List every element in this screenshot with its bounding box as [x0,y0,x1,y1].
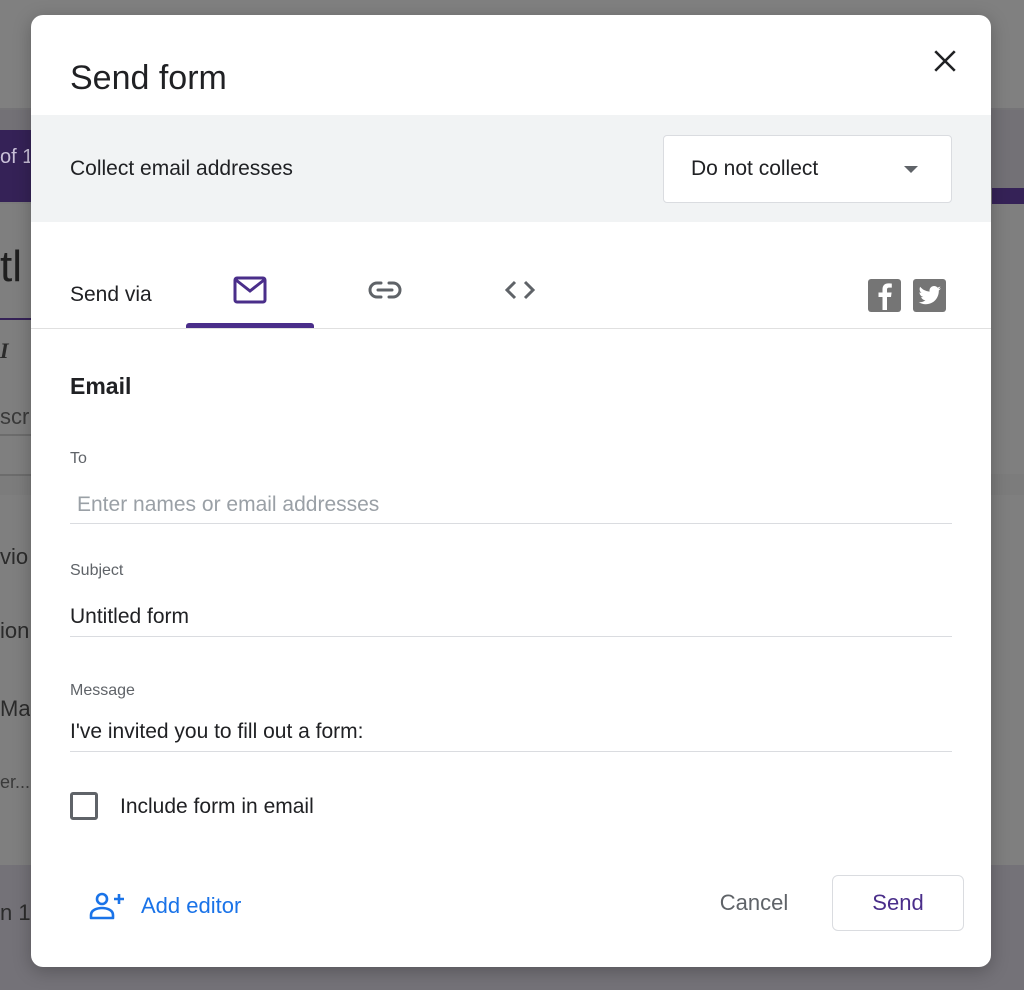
background-text: tl [0,242,22,291]
cancel-button[interactable]: Cancel [699,875,809,931]
send-form-dialog: Send form Collect email addresses Do not… [31,15,991,967]
send-via-label: Send via [70,283,152,306]
message-input[interactable] [70,713,952,752]
add-editor-label: Add editor [141,893,242,918]
dropdown-arrow-icon [904,166,918,173]
tab-embed[interactable] [456,262,584,328]
send-via-row: Send via [31,222,991,329]
background-text: of 1 [0,146,30,168]
close-button[interactable] [927,43,963,79]
background-text: Ma [0,696,30,721]
collect-email-label: Collect email addresses [70,157,293,180]
add-person-icon [89,892,124,920]
background-divider [0,474,32,476]
background-text: n 1 [0,900,30,925]
mail-icon [233,276,267,304]
twitter-icon [918,285,941,304]
dialog-title: Send form [70,59,227,97]
link-icon [368,281,402,299]
background-text: er... [0,772,30,792]
code-icon [504,280,536,300]
collect-email-dropdown[interactable]: Do not collect [663,135,952,203]
to-label: To [70,450,87,467]
message-label: Message [70,682,135,699]
facebook-icon [878,282,892,310]
subject-input[interactable] [70,598,952,637]
facebook-share-button[interactable] [868,279,901,312]
background-text: I [0,338,9,363]
subject-label: Subject [70,562,124,579]
background-text: vio [0,544,29,569]
close-icon [934,50,956,72]
send-button[interactable]: Send [832,875,964,931]
collect-email-selected: Do not collect [691,157,819,180]
tab-link[interactable] [321,262,449,328]
tab-email[interactable] [186,262,314,328]
to-input[interactable] [70,486,952,524]
include-form-label: Include form in email [120,795,314,818]
background-text: ion [0,618,30,643]
collect-email-row: Collect email addresses Do not collect [31,115,991,222]
background-underline [0,318,32,320]
background-banner-right [992,188,1024,204]
email-section-title: Email [70,373,132,399]
background-divider [0,434,32,436]
include-form-checkbox[interactable] [70,792,98,820]
twitter-share-button[interactable] [913,279,946,312]
add-editor-button[interactable]: Add editor [89,892,241,920]
background-text: scr [0,404,30,429]
